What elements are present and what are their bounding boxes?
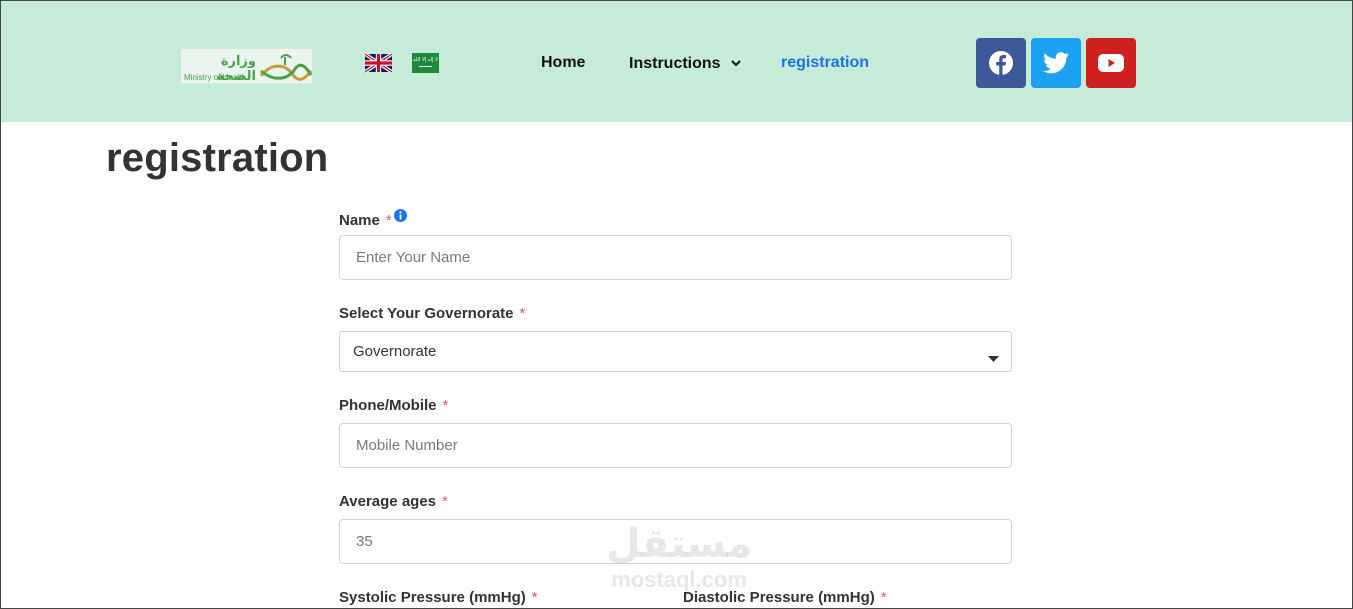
systolic-label: Systolic Pressure (mmHg) * [339, 588, 538, 608]
governorate-label: Select Your Governorate * [339, 304, 525, 324]
twitter-button[interactable] [1031, 38, 1081, 88]
required-marker: * [442, 397, 449, 414]
caret-down-icon [988, 349, 999, 367]
facebook-button[interactable] [976, 38, 1026, 88]
name-label-text: Name [339, 212, 380, 229]
governorate-selected-value: Governorate [353, 343, 437, 360]
nav-instructions-label: Instructions [629, 55, 721, 72]
required-marker: * [442, 493, 448, 510]
saudi-flag-sword [419, 66, 432, 67]
phone-label-text: Phone/Mobile [339, 397, 437, 414]
name-input[interactable] [339, 235, 1012, 280]
systolic-label-text: Systolic Pressure (mmHg) [339, 589, 526, 606]
required-marker: * [880, 589, 887, 606]
phone-input[interactable] [339, 423, 1012, 468]
uk-flag-icon[interactable] [365, 53, 392, 73]
age-label: Average ages * [339, 492, 448, 512]
governorate-select[interactable]: Governorate [339, 331, 1012, 372]
age-label-text: Average ages [339, 493, 437, 510]
site-header: وزارة الصحة Ministry of Health لا إله إل… [0, 0, 1353, 122]
age-input[interactable] [339, 519, 1012, 564]
chevron-down-icon [730, 53, 741, 73]
youtube-button[interactable] [1086, 38, 1136, 88]
saudi-flag-text: لا إله إلا الله [413, 57, 438, 63]
phone-label: Phone/Mobile * [339, 396, 448, 416]
saudi-flag-icon[interactable]: لا إله إلا الله [412, 53, 439, 73]
diastolic-label-text: Diastolic Pressure (mmHg) [683, 589, 875, 606]
required-marker: * [519, 305, 526, 322]
nav-home[interactable]: Home [541, 53, 585, 73]
twitter-icon [1043, 52, 1069, 74]
required-marker: * [531, 589, 538, 606]
logo-english-text: Ministry of Health [184, 73, 246, 82]
nav-instructions[interactable]: Instructions [629, 53, 741, 73]
ministry-logo[interactable]: وزارة الصحة Ministry of Health [180, 48, 313, 84]
diastolic-label: Diastolic Pressure (mmHg) * [683, 588, 887, 608]
facebook-icon [989, 51, 1013, 75]
youtube-icon [1098, 54, 1124, 72]
governorate-label-text: Select Your Governorate [339, 305, 514, 322]
info-icon[interactable] [393, 208, 407, 228]
nav-registration[interactable]: registration [781, 53, 869, 73]
required-marker: * [385, 212, 392, 229]
page-title: registration [106, 136, 329, 180]
name-label: Name * [339, 208, 407, 231]
